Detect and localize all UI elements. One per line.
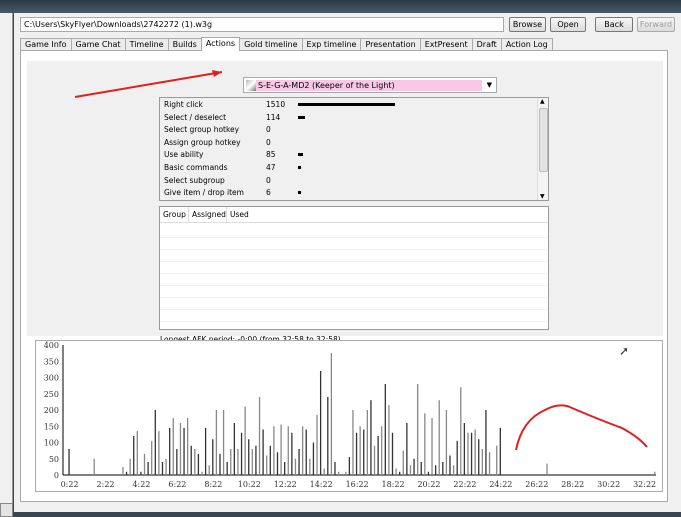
tab-actions[interactable]: Actions xyxy=(200,37,241,51)
annotation-overlay xyxy=(74,70,648,451)
red-arrow-annotation xyxy=(74,71,223,98)
arrow-head-icon xyxy=(212,70,222,77)
red-curve-annotation xyxy=(515,404,648,451)
